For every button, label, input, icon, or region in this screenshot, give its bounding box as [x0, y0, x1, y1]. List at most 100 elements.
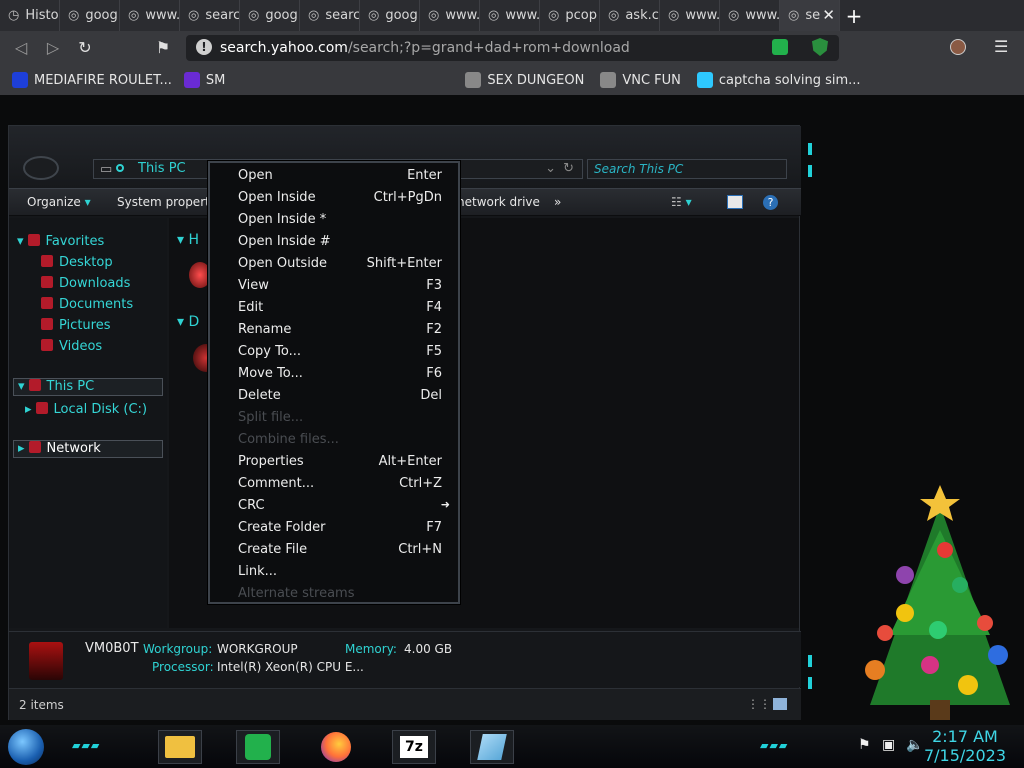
tab-title: goog: [85, 8, 118, 23]
nav-documents-label: Documents: [59, 297, 134, 312]
menu-item[interactable]: Move To... F6: [238, 363, 442, 385]
reload-button[interactable]: ↻: [74, 37, 96, 59]
globe-icon: ◎: [728, 8, 740, 23]
browser-tab[interactable]: ◎ goog: [60, 0, 120, 31]
bookmark-item[interactable]: VNC FUN: [600, 72, 681, 88]
browser-tab[interactable]: ◎ www.: [120, 0, 180, 31]
profile-avatar[interactable]: [950, 39, 966, 55]
nav-this-pc[interactable]: ▾ This PC: [13, 378, 163, 396]
taskbar-7zip[interactable]: 7z: [392, 730, 436, 764]
nav-desktop[interactable]: Desktop: [41, 255, 113, 270]
close-tab-icon[interactable]: ✕: [822, 6, 835, 24]
taskbar-sheets[interactable]: [236, 730, 280, 764]
menu-item[interactable]: Properties Alt+Enter: [238, 451, 442, 473]
taskbar-firefox[interactable]: [314, 730, 358, 764]
url-text[interactable]: search.yahoo.com/search;?p=grand+dad+rom…: [220, 40, 630, 56]
menu-item[interactable]: Rename F2: [238, 319, 442, 341]
history-icon: ◷: [8, 8, 20, 23]
group-header-drives[interactable]: ▾ D: [177, 314, 199, 330]
nav-network[interactable]: ▸ Network: [13, 440, 163, 458]
nav-videos[interactable]: Videos: [41, 339, 102, 354]
shield-extension-icon[interactable]: [812, 38, 828, 56]
start-button[interactable]: [8, 729, 44, 765]
refresh-icon[interactable]: ↻: [563, 161, 574, 176]
browser-tab[interactable]: ◎ www.: [480, 0, 540, 31]
menu-item[interactable]: Copy To... F5: [238, 341, 442, 363]
browser-tab[interactable]: ◎ se ✕: [780, 0, 840, 31]
system-clock[interactable]: 2:17 AM 7/15/2023: [924, 727, 1006, 765]
nav-pictures[interactable]: Pictures: [41, 318, 110, 333]
globe-icon: ◎: [368, 8, 380, 23]
7zip-icon: 7z: [400, 736, 428, 758]
menu-item-label: Create Folder: [238, 520, 326, 535]
bookmark-icon[interactable]: ⚑: [152, 37, 174, 59]
menu-item[interactable]: Link...: [238, 561, 442, 583]
menu-item[interactable]: Delete Del: [238, 385, 442, 407]
menu-item[interactable]: Open Enter: [238, 165, 442, 187]
bookmark-item[interactable]: MEDIAFIRE ROULET...: [12, 72, 172, 88]
action-center-flag-icon[interactable]: ⚑: [858, 737, 871, 753]
search-input[interactable]: Search This PC: [587, 159, 787, 179]
view-options-icon[interactable]: ☷ ▾: [671, 195, 692, 209]
taskbar-notepad[interactable]: [470, 730, 514, 764]
nav-documents[interactable]: Documents: [41, 297, 133, 312]
bookmark-item[interactable]: SM: [183, 72, 225, 88]
menu-item[interactable]: Open Outside Shift+Enter: [238, 253, 442, 275]
nav-local-disk[interactable]: ▸ Local Disk (C:): [25, 402, 147, 417]
menu-item[interactable]: Open Inside *: [238, 209, 442, 231]
extension-sheets-icon[interactable]: [772, 39, 788, 55]
globe-icon: ◎: [188, 8, 200, 23]
browser-tab[interactable]: ◎ www.: [420, 0, 480, 31]
globe-icon: ◎: [68, 8, 80, 23]
menu-item[interactable]: CRC ➜: [238, 495, 450, 517]
taskbar-file-explorer[interactable]: [158, 730, 202, 764]
info-icon[interactable]: !: [196, 39, 212, 55]
menu-item[interactable]: Edit F4: [238, 297, 442, 319]
preview-pane-icon[interactable]: [727, 195, 743, 209]
browser-tab[interactable]: ◷ Histo: [0, 0, 60, 31]
volume-icon[interactable]: 🔈: [906, 737, 923, 753]
back-button[interactable]: ◁: [10, 37, 32, 59]
details-view-icon[interactable]: ⋮⋮: [747, 697, 771, 711]
nav-downloads[interactable]: Downloads: [41, 276, 130, 291]
network-status-icon[interactable]: ▣: [882, 737, 895, 753]
map-network-drive-button[interactable]: network drive: [457, 195, 540, 209]
menu-item[interactable]: Create Folder F7: [238, 517, 442, 539]
menu-item: Alternate streams: [238, 583, 442, 605]
globe-icon: ◎: [488, 8, 500, 23]
bookmark-item[interactable]: captcha solving sim...: [696, 72, 861, 88]
browser-tab[interactable]: ◎ goog: [240, 0, 300, 31]
browser-tab[interactable]: ◎ www.: [660, 0, 720, 31]
nav-videos-label: Videos: [59, 339, 103, 354]
menu-icon[interactable]: ☰: [994, 37, 1008, 56]
menu-item: Combine files...: [238, 429, 442, 451]
menu-item-shortcut: F6: [426, 366, 442, 381]
tiles-view-icon[interactable]: [773, 698, 787, 710]
breadcrumb-arrow-icon[interactable]: [116, 164, 124, 172]
nav-favorites[interactable]: ▾ Favorites: [17, 234, 104, 249]
menu-item-label: Open Inside *: [238, 212, 327, 227]
browser-tab[interactable]: ◎ goog: [360, 0, 420, 31]
menu-item-shortcut: Del: [420, 388, 442, 403]
browser-tab[interactable]: ◎ pcop: [540, 0, 600, 31]
browser-tab[interactable]: ◎ searc: [180, 0, 240, 31]
menu-item[interactable]: Create File Ctrl+N: [238, 539, 442, 561]
url-bar[interactable]: ! search.yahoo.com/search;?p=grand+dad+r…: [186, 35, 839, 61]
browser-tab[interactable]: ◎ www.: [720, 0, 780, 31]
group-header-folders[interactable]: ▾ H: [177, 232, 199, 248]
menu-item[interactable]: Open Inside Ctrl+PgDn: [238, 187, 442, 209]
organize-button[interactable]: Organize ▾: [27, 195, 91, 209]
more-commands-button[interactable]: »: [554, 195, 561, 209]
bookmark-item[interactable]: SEX DUNGEON: [465, 72, 584, 88]
tab-title: ask.c: [625, 8, 659, 23]
pictures-icon: [41, 318, 53, 330]
help-icon[interactable]: ?: [763, 195, 778, 210]
menu-item[interactable]: Open Inside #: [238, 231, 442, 253]
menu-item[interactable]: View F3: [238, 275, 442, 297]
forward-button[interactable]: ▷: [42, 37, 64, 59]
new-tab-button[interactable]: +: [840, 0, 868, 31]
menu-item[interactable]: Comment... Ctrl+Z: [238, 473, 442, 495]
address-dropdown-icon[interactable]: ⌄: [545, 161, 556, 176]
browser-tab[interactable]: ◎ searc: [300, 0, 360, 31]
browser-tab[interactable]: ◎ ask.c: [600, 0, 660, 31]
